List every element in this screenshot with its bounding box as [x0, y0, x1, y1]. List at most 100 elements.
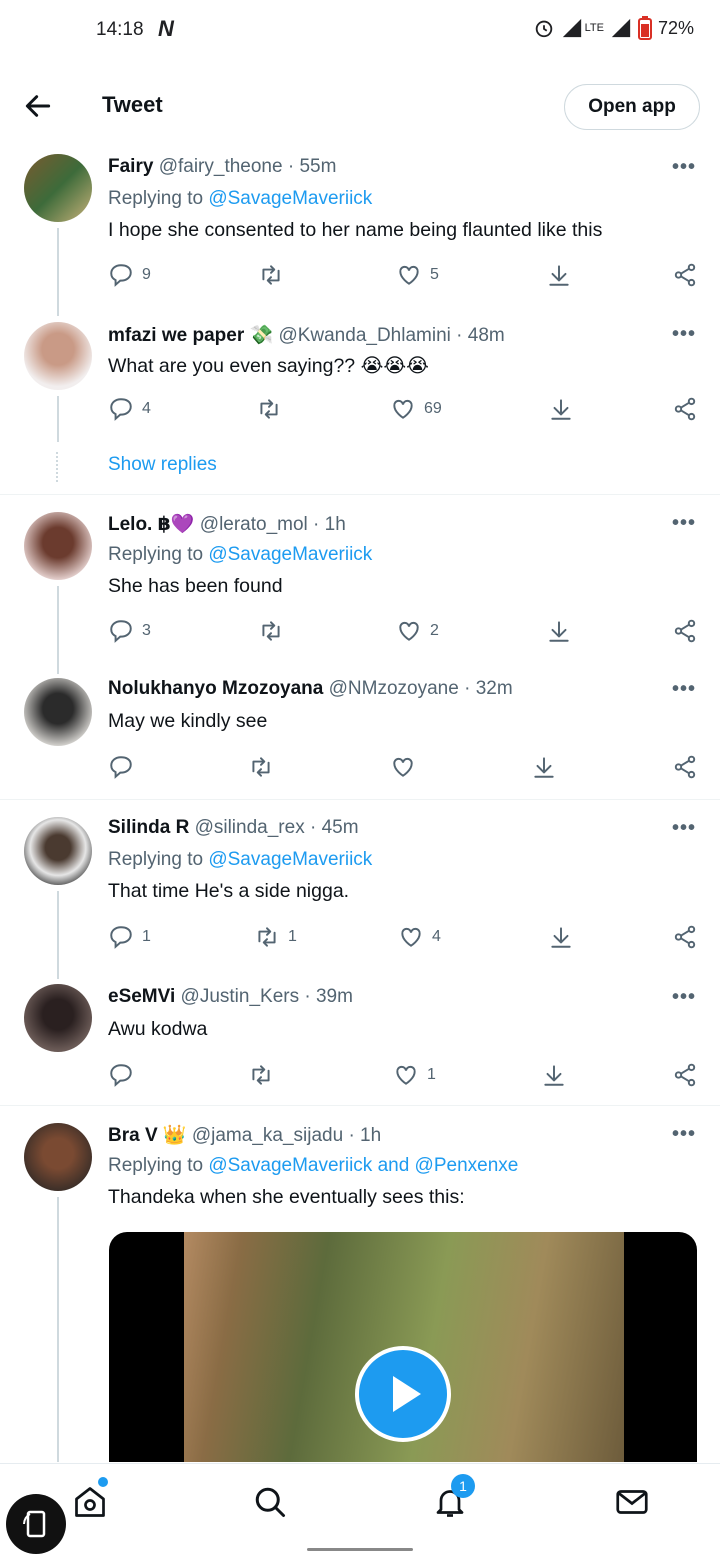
tweet-text: She has been found [108, 575, 283, 597]
video-thumbnail[interactable] [109, 1232, 697, 1462]
reply-button[interactable] [108, 1062, 142, 1088]
retweet-count: 1 [288, 928, 297, 945]
retweet-button[interactable] [248, 754, 282, 780]
download-button[interactable] [546, 618, 572, 644]
display-name[interactable]: Nolukhanyo Mzozoyana [108, 678, 323, 699]
tweet-actions: 4 69 [0, 396, 720, 426]
tweet-text: May we kindly see [108, 710, 268, 732]
like-button[interactable]: 1 [393, 1062, 436, 1088]
replying-to-link[interactable]: @SavageMaveriick [208, 544, 372, 565]
show-replies-link[interactable]: Show replies [108, 454, 217, 476]
replying-to-link[interactable]: @SavageMaveriick [208, 849, 372, 870]
replying-to: Replying to @SavageMaveriick and @Penxen… [108, 1155, 518, 1177]
share-icon [674, 1063, 696, 1087]
bottom-nav: 1 [0, 1463, 720, 1560]
tweet-actions: 3 2 [0, 618, 720, 648]
download-button[interactable] [548, 924, 574, 950]
like-button[interactable]: 5 [396, 262, 439, 288]
download-button[interactable] [548, 396, 574, 422]
share-button[interactable] [672, 924, 698, 950]
home-icon[interactable] [72, 1484, 108, 1520]
heart-icon [399, 621, 419, 641]
tweet-text: Thandeka when she eventually sees this: [108, 1186, 465, 1208]
reply-button[interactable]: 1 [108, 924, 151, 950]
open-app-button[interactable]: Open app [564, 84, 700, 130]
more-options-icon[interactable]: ••• [672, 817, 696, 840]
share-button[interactable] [672, 1062, 698, 1088]
avatar[interactable] [24, 322, 92, 390]
tweet-actions: 1 [0, 1062, 720, 1092]
replying-to-link[interactable]: @SavageMaveriick and @Penxenxe [208, 1155, 518, 1176]
rotate-button[interactable] [6, 1494, 66, 1554]
divider [0, 799, 720, 800]
avatar[interactable] [24, 1123, 92, 1191]
display-name[interactable]: mfazi we paper 💸 [108, 325, 273, 346]
back-arrow-icon[interactable] [22, 90, 54, 122]
retweet-button[interactable] [258, 618, 292, 644]
reply-button[interactable]: 3 [108, 618, 151, 644]
tweet-header: eSeMVi @Justin_Kers · 39m [108, 986, 353, 1008]
like-button[interactable]: 2 [396, 618, 439, 644]
retweet-button[interactable]: 1 [254, 924, 297, 950]
download-icon [551, 927, 571, 948]
like-button[interactable]: 69 [390, 396, 442, 422]
like-count: 5 [430, 266, 439, 283]
like-button[interactable] [390, 754, 424, 780]
retweet-button[interactable] [258, 262, 292, 288]
more-options-icon[interactable]: ••• [672, 1123, 696, 1146]
download-button[interactable] [546, 262, 572, 288]
display-name[interactable]: Silinda R [108, 817, 189, 838]
display-name[interactable]: eSeMVi [108, 986, 175, 1007]
avatar[interactable] [24, 678, 92, 746]
retweet-button[interactable] [248, 1062, 282, 1088]
notification-n-icon: N [158, 16, 174, 41]
share-button[interactable] [672, 396, 698, 422]
more-options-icon[interactable]: ••• [672, 323, 696, 346]
share-icon [674, 925, 696, 949]
download-button[interactable] [531, 754, 557, 780]
more-options-icon[interactable]: ••• [672, 512, 696, 535]
display-name[interactable]: Bra V 👑 [108, 1125, 187, 1146]
more-options-icon[interactable]: ••• [672, 986, 696, 1009]
like-button[interactable]: 4 [398, 924, 441, 950]
share-button[interactable] [672, 618, 698, 644]
avatar[interactable] [24, 817, 92, 885]
more-options-icon[interactable]: ••• [672, 156, 696, 179]
share-button[interactable] [672, 262, 698, 288]
reply-button[interactable] [108, 754, 142, 780]
gesture-bar[interactable] [307, 1548, 413, 1551]
replying-to-link[interactable]: @SavageMaveriick [208, 188, 372, 209]
home-new-dot [98, 1477, 108, 1487]
tweet-header: Silinda R @silinda_rex · 45m [108, 817, 359, 839]
share-button[interactable] [672, 754, 698, 780]
reply-count: 1 [142, 928, 151, 945]
play-button[interactable] [355, 1346, 451, 1442]
download-button[interactable] [541, 1062, 567, 1088]
thread-line [57, 1197, 59, 1462]
handle-time: @fairy_theone · 55m [158, 156, 337, 177]
retweet-icon [252, 1065, 270, 1085]
reply-icon [110, 756, 132, 779]
download-icon [549, 621, 569, 642]
retweet-button[interactable] [256, 396, 290, 422]
messages-envelope-icon[interactable] [614, 1484, 650, 1520]
reply-icon [110, 926, 132, 949]
share-icon [674, 263, 696, 287]
more-options-icon[interactable]: ••• [672, 678, 696, 701]
page-title: Tweet [102, 92, 163, 117]
avatar[interactable] [24, 154, 92, 222]
avatar[interactable] [24, 984, 92, 1052]
avatar[interactable] [24, 512, 92, 580]
tweet-actions: 1 1 4 [0, 924, 720, 954]
search-icon[interactable] [252, 1484, 288, 1520]
handle-time: @Justin_Kers · 39m [180, 986, 353, 1007]
display-name[interactable]: Lelo. ฿💜 [108, 514, 195, 535]
display-name[interactable]: Fairy [108, 156, 153, 177]
status-time: 14:18 [96, 19, 144, 40]
tweet-text: What are you even saying?? 😭😭😭 [108, 355, 429, 377]
reply-button[interactable]: 4 [108, 396, 151, 422]
reply-button[interactable]: 9 [108, 262, 151, 288]
share-icon [674, 397, 696, 421]
play-icon [393, 1376, 421, 1412]
tweet-actions: 9 5 [0, 262, 720, 292]
